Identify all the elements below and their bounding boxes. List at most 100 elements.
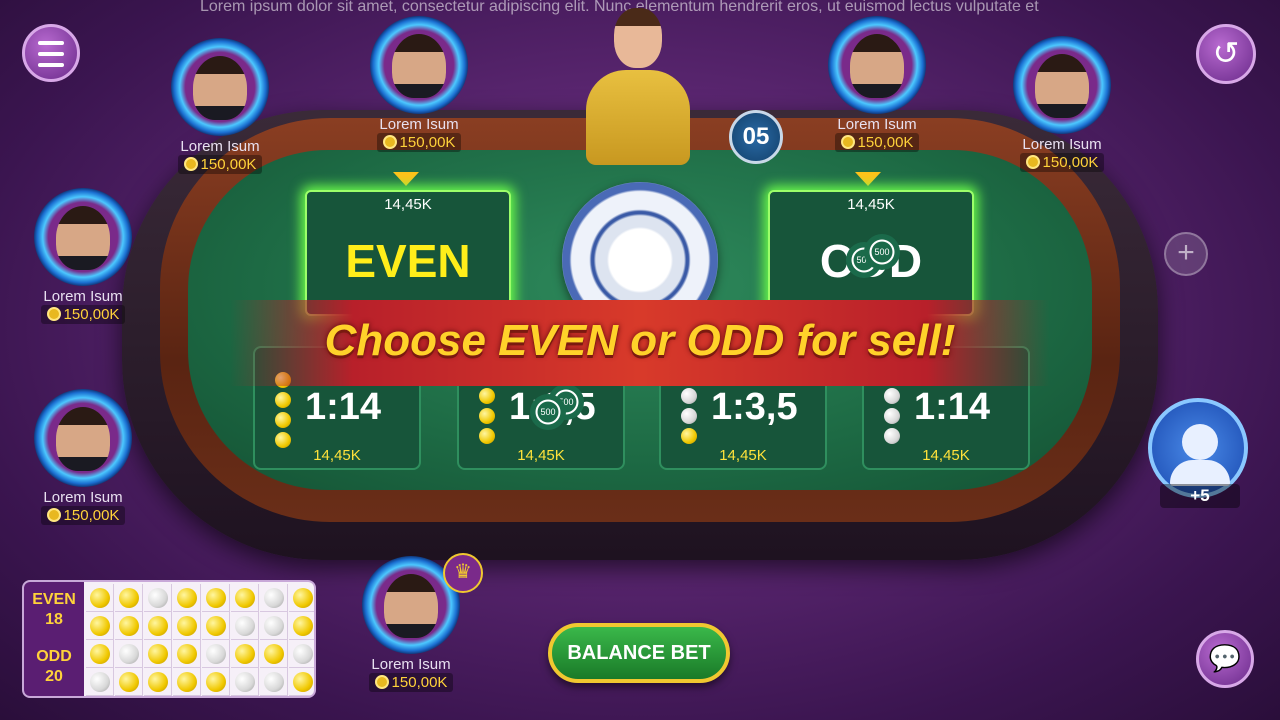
avatar [370,16,468,114]
even-count-label: EVEN 18 [24,582,84,639]
dealer [578,0,698,165]
player-seat-5[interactable]: Lorem Isum 150,00K [28,188,138,324]
white-result-icon [234,615,255,636]
other-players-button[interactable] [1148,398,1248,498]
history-cell [144,612,172,640]
bet-amount: 14,45K [847,196,895,213]
white-result-icon [263,615,284,636]
user-icon [1182,424,1218,460]
history-button[interactable]: ↺ [1196,24,1256,84]
history-cell [202,584,230,612]
odd-count-label: ODD 20 [24,639,84,696]
history-cell [289,584,314,612]
other-players-count: +5 [1160,484,1240,508]
player-seat-1[interactable]: Lorem Isum 150,00K [165,38,275,174]
dice-indicator [479,388,497,448]
even-bet-box[interactable]: 14,45K EVEN [305,190,511,316]
yellow-result-icon [118,615,139,636]
yellow-result-icon [176,615,197,636]
yellow-result-icon [176,587,197,608]
history-cell [289,668,314,696]
history-cell [173,584,201,612]
player-name: Lorem Isum [379,116,459,133]
player-balance: 150,00K [376,133,462,152]
payout-ratio: 1:14 [914,386,991,428]
white-result-icon [89,671,110,692]
coin-icon [374,675,389,689]
plus-icon: + [1177,236,1195,269]
yellow-result-icon [292,615,313,636]
history-cell [144,668,172,696]
history-icon: ↺ [1212,35,1240,71]
bet-amount: 14,45K [517,447,565,464]
bet-amount: 14,45K [384,196,432,213]
history-cell [173,640,201,668]
countdown-timer: 05 [729,110,783,164]
player-seat-6[interactable]: Lorem Isum 150,00K [28,389,138,525]
white-result-icon [118,643,139,664]
avatar [1013,36,1111,134]
history-cell [289,640,314,668]
announcement-banner: Choose EVEN or ODD for sell! [230,300,1050,386]
white-result-icon [205,643,226,664]
player-name: Lorem Isum [1022,136,1102,153]
yellow-result-icon [89,587,110,608]
chip-stack-icon: 500 [530,394,566,430]
even-label: EVEN [345,235,471,287]
white-result-icon [292,643,313,664]
white-result-icon [147,587,168,608]
payout-ratio: 1:14 [305,386,382,428]
chat-button[interactable]: 💬 [1196,630,1254,688]
yellow-result-icon [234,587,255,608]
yellow-result-icon [89,643,110,664]
player-name: Lorem Isum [43,288,123,305]
menu-button[interactable] [22,24,80,82]
yellow-result-icon [176,643,197,664]
history-cell [289,612,314,640]
history-cell [231,640,259,668]
history-cell [173,668,201,696]
history-grid [86,584,314,696]
yellow-result-icon [263,643,284,664]
balance-bet-button[interactable]: BALANCE BET [548,623,730,683]
white-result-icon [234,671,255,692]
history-cell [115,640,143,668]
player-balance: 150,00K [368,673,454,692]
add-seat-button[interactable]: + [1164,232,1208,276]
avatar [34,389,132,487]
history-cell [260,640,288,668]
player-seat-3[interactable]: Lorem Isum 150,00K [822,16,932,152]
history-cell [86,668,114,696]
player-balance: 150,00K [40,506,126,525]
yellow-result-icon [118,671,139,692]
player-balance: 150,00K [1019,153,1105,172]
player-seat-2[interactable]: Lorem Isum 150,00K [364,16,474,152]
banner-text: Choose EVEN or ODD for sell! [324,316,956,365]
history-cell [115,668,143,696]
yellow-result-icon [176,671,197,692]
yellow-result-icon [205,587,226,608]
yellow-result-icon [118,587,139,608]
player-name: Lorem Isum [371,656,451,673]
yellow-result-icon [147,643,168,664]
history-cell [115,584,143,612]
history-cell [231,668,259,696]
history-cell [144,584,172,612]
coin-icon [46,508,61,522]
history-cell [260,668,288,696]
history-cell [260,612,288,640]
history-cell [202,668,230,696]
result-history-board[interactable]: EVEN 18 ODD 20 [22,580,316,698]
player-name: Lorem Isum [43,489,123,506]
history-cell [202,640,230,668]
crown-icon: ♛ [443,553,483,593]
chevron-down-icon [855,172,881,186]
history-cell [202,612,230,640]
chevron-down-icon [393,172,419,186]
player-name: Lorem Isum [837,116,917,133]
history-cell [173,612,201,640]
avatar [171,38,269,136]
history-cell [86,612,114,640]
player-seat-4[interactable]: Lorem Isum 150,00K [1007,36,1117,172]
yellow-result-icon [292,587,313,608]
